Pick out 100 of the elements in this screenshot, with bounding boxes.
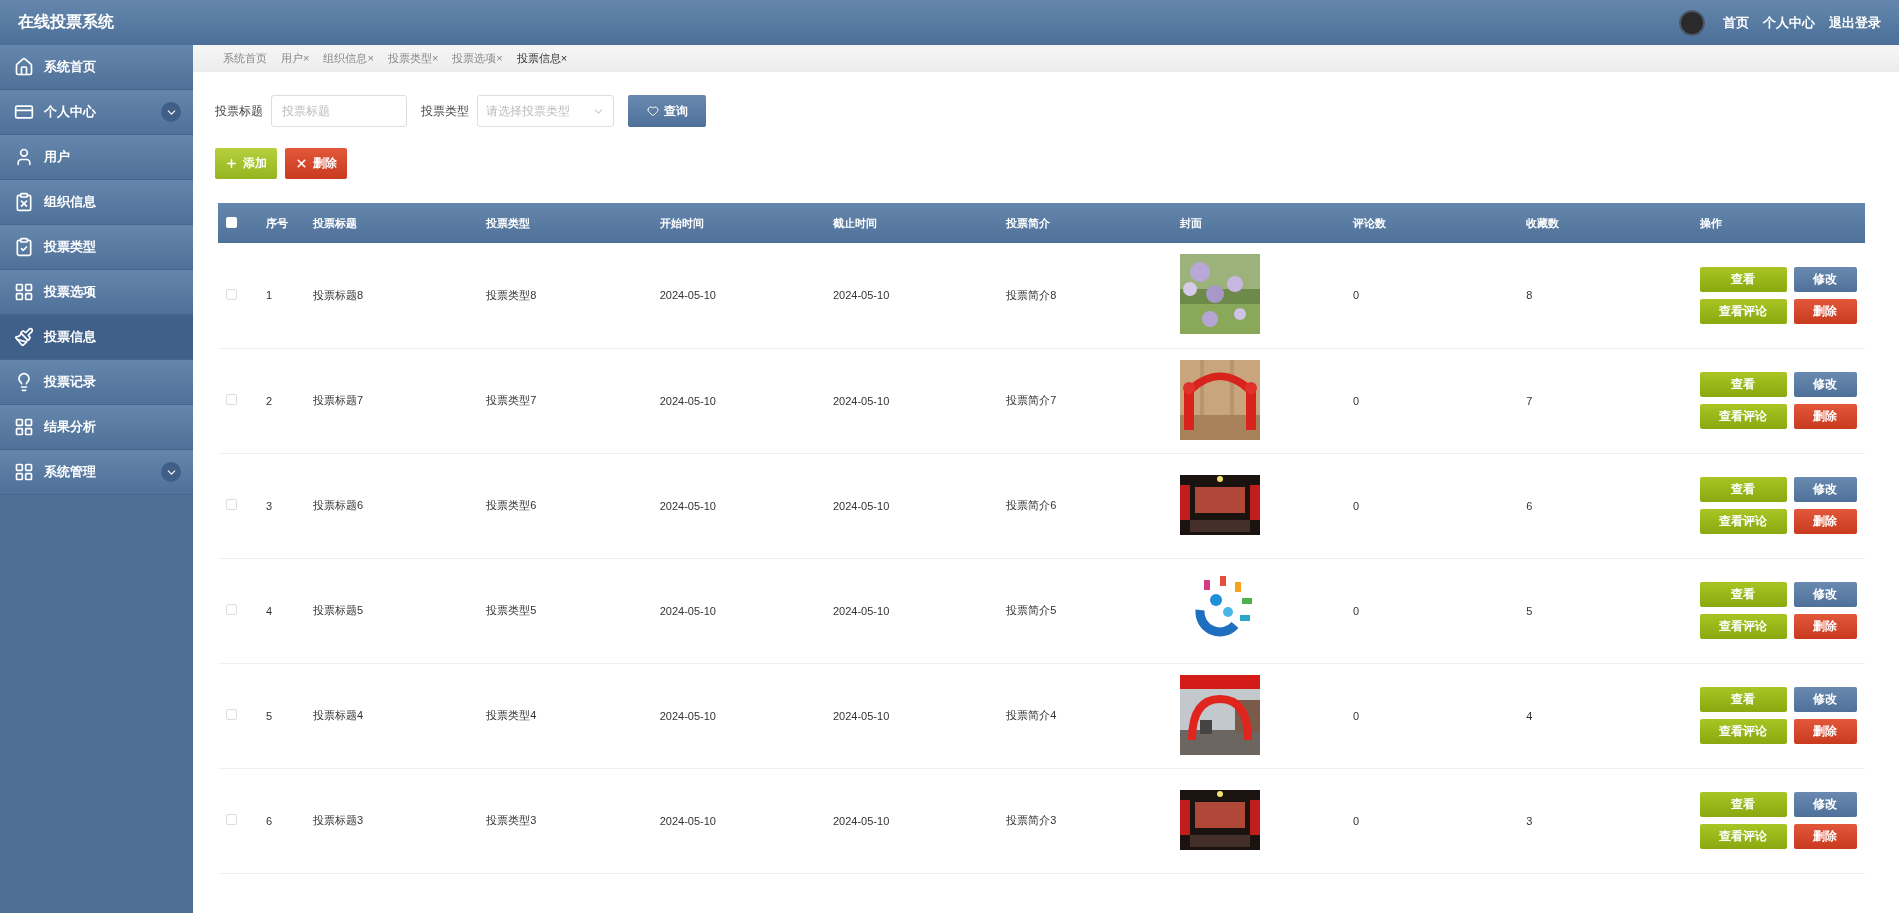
sidebar-item[interactable]: 投票选项 <box>0 270 193 315</box>
sidebar-item[interactable]: 组织信息 <box>0 180 193 225</box>
view-button[interactable]: 查看 <box>1699 687 1787 712</box>
delete-button[interactable]: 删除 <box>1793 614 1857 639</box>
chevron-down-icon[interactable] <box>161 462 181 482</box>
heart-icon <box>646 105 659 117</box>
row-checkbox[interactable] <box>226 288 237 300</box>
view-button[interactable]: 查看评论 <box>1699 404 1787 429</box>
row-checkbox[interactable] <box>226 394 237 405</box>
column-header: 投票标题 <box>305 203 479 243</box>
chevron-down-icon[interactable] <box>161 102 181 122</box>
table-cell: 投票简介5 <box>998 558 1172 663</box>
column-header: 序号 <box>258 203 305 243</box>
sidebar-label: 投票类型 <box>44 238 97 256</box>
view-button[interactable]: 查看 <box>1699 477 1787 502</box>
title-search-field[interactable]: 投票标题 <box>271 95 407 127</box>
table-cell: 投票简介3 <box>998 768 1172 873</box>
edit-button[interactable]: 修改 <box>1793 792 1857 817</box>
edit-button[interactable]: 修改 <box>1793 582 1857 607</box>
edit-button[interactable]: 修改 <box>1793 266 1857 292</box>
app-title: 在线投票系统 <box>18 12 114 32</box>
sidebar-item[interactable]: 投票类型 <box>0 225 193 270</box>
view-button[interactable]: 查看评论 <box>1699 719 1787 744</box>
column-header: 投票简介 <box>998 203 1172 243</box>
row-checkbox[interactable] <box>226 499 237 510</box>
view-button[interactable]: 查看评论 <box>1699 824 1787 849</box>
table-cell: 0 <box>1344 243 1519 348</box>
clipboard-x-icon <box>14 192 34 212</box>
view-button[interactable]: 查看 <box>1699 266 1787 292</box>
sidebar-item[interactable]: 系统管理 <box>0 450 193 495</box>
sidebar-label: 系统首页 <box>44 58 97 76</box>
table-cell: 1 <box>258 243 305 348</box>
sidebar-item[interactable]: 用户 <box>0 135 193 180</box>
select-all-checkbox[interactable] <box>226 216 237 228</box>
table-cell: 6 <box>258 768 305 873</box>
nav-link[interactable]: 退出登录 <box>1829 13 1881 32</box>
column-header: 投票类型 <box>478 203 652 243</box>
view-button[interactable]: 查看评论 <box>1699 509 1787 534</box>
delete-button[interactable]: 删除 <box>1793 719 1857 744</box>
column-header: 评论数 <box>1344 203 1519 243</box>
clipboard-check-icon <box>14 237 34 257</box>
row-checkbox[interactable] <box>226 814 237 825</box>
delete-button[interactable]: 删除 <box>285 148 347 179</box>
tab[interactable]: 组织信息× <box>323 51 374 66</box>
edit-button[interactable]: 修改 <box>1793 372 1857 397</box>
tab[interactable]: 系统首页 <box>223 51 267 66</box>
sidebar-label: 结果分析 <box>44 418 97 436</box>
table-cell: 0 <box>1344 453 1519 558</box>
table-cell: 2024-05-10 <box>825 558 999 663</box>
table-cell: 投票类型8 <box>478 243 652 348</box>
table-cell: 4 <box>258 558 305 663</box>
tab[interactable]: 投票选项× <box>452 51 503 66</box>
view-button[interactable]: 查看 <box>1699 582 1787 607</box>
tab[interactable]: 投票信息× <box>516 51 568 66</box>
table-cell: 2024-05-10 <box>651 453 825 558</box>
row-checkbox[interactable] <box>226 709 237 720</box>
sidebar-item[interactable]: 投票记录 <box>0 360 193 405</box>
table-cell: 投票类型4 <box>478 663 652 768</box>
table-cell: 2024-05-10 <box>825 663 999 768</box>
tab[interactable]: 用户× <box>281 51 310 66</box>
table-cell: 4 <box>1518 663 1692 768</box>
sidebar-item[interactable]: 个人中心 <box>0 90 193 135</box>
table-cell: 2024-05-10 <box>651 558 825 663</box>
table-cell: 2024-05-10 <box>825 453 999 558</box>
delete-button[interactable]: 删除 <box>1793 404 1857 429</box>
delete-button[interactable]: 删除 <box>1793 298 1857 324</box>
sidebar-label: 投票选项 <box>44 283 97 301</box>
view-button[interactable]: 查看评论 <box>1699 298 1787 324</box>
nav-link[interactable]: 个人中心 <box>1763 13 1815 32</box>
table-cell: 投票标题5 <box>305 558 479 663</box>
table-cell: 0 <box>1344 768 1519 873</box>
table-cell: 2024-05-10 <box>825 243 999 348</box>
table-cell: 3 <box>258 453 305 558</box>
table-cell: 2024-05-10 <box>825 348 999 453</box>
sidebar-item[interactable]: 结果分析 <box>0 405 193 450</box>
view-button[interactable]: 查看评论 <box>1699 614 1787 639</box>
user-icon <box>14 147 34 167</box>
column-header: 操作 <box>1691 203 1865 243</box>
view-button[interactable]: 查看 <box>1699 792 1787 817</box>
table-cell: 投票标题3 <box>305 768 479 873</box>
close-icon <box>295 157 308 170</box>
table-cell: 投票类型7 <box>478 348 652 453</box>
delete-button[interactable]: 删除 <box>1793 509 1857 534</box>
nav-link[interactable]: 首页 <box>1723 13 1749 32</box>
table-cell: 投票类型5 <box>478 558 652 663</box>
grid-icon <box>14 462 34 482</box>
sidebar-item[interactable]: 投票信息 <box>0 315 193 360</box>
field-label: 投票类型 <box>421 102 469 120</box>
view-button[interactable]: 查看 <box>1699 372 1787 397</box>
sidebar-item[interactable]: 系统首页 <box>0 45 193 90</box>
table-cell: 投票简介4 <box>998 663 1172 768</box>
table-cell: 2024-05-10 <box>825 768 999 873</box>
tab[interactable]: 投票类型× <box>387 51 439 66</box>
search-button[interactable]: 查询 <box>628 95 706 127</box>
edit-button[interactable]: 修改 <box>1793 687 1857 712</box>
edit-button[interactable]: 修改 <box>1793 477 1857 502</box>
row-checkbox[interactable] <box>226 604 237 615</box>
delete-button[interactable]: 删除 <box>1793 824 1857 849</box>
select-placeholder: 请选择投票类型 <box>486 102 570 120</box>
avatar[interactable] <box>1679 9 1705 36</box>
